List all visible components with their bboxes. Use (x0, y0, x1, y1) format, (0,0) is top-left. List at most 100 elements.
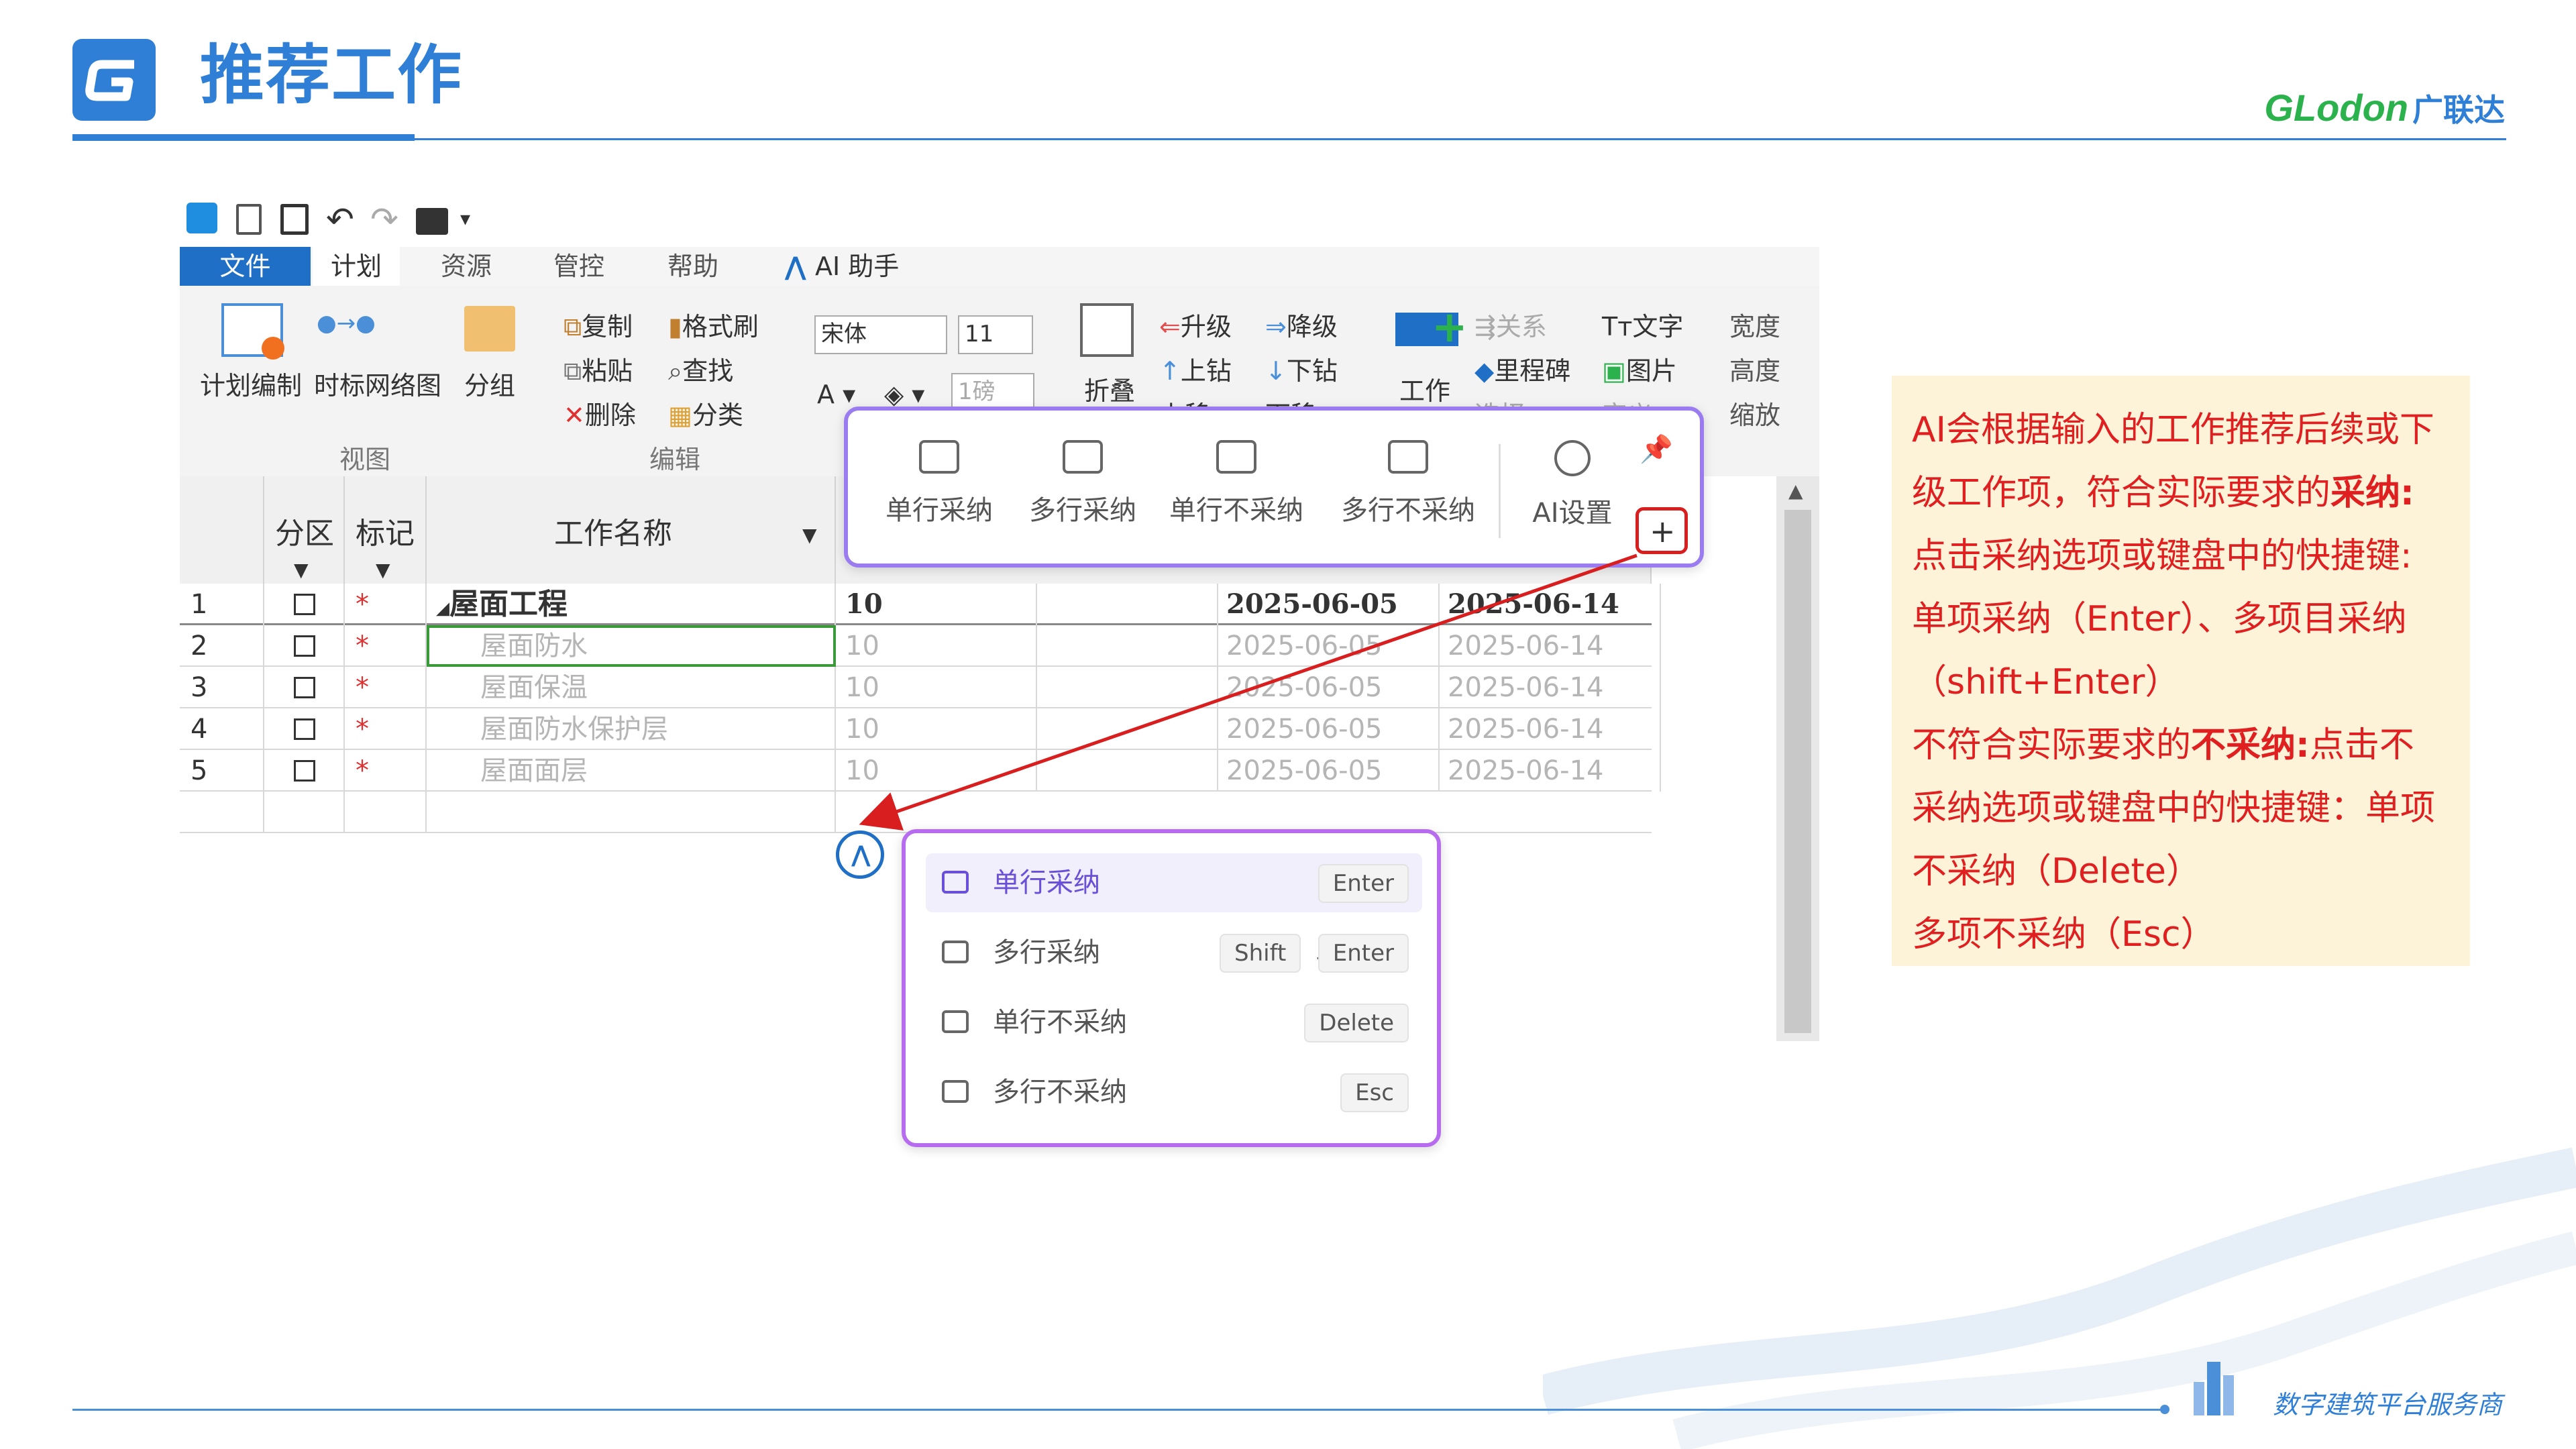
tab-resource[interactable]: 资源 (429, 247, 503, 286)
time-network-button[interactable]: 时标网络图 (314, 365, 441, 402)
drill-up-button[interactable]: ↑上钻 (1159, 350, 1232, 387)
level-up-button[interactable]: ⇐升级 (1159, 306, 1232, 343)
zone-cell[interactable] (264, 750, 345, 792)
classify-button[interactable]: ▦分类 (668, 394, 743, 431)
menu-accept-single[interactable]: 单行采纳 Enter (926, 853, 1422, 912)
paste-button[interactable]: ⧉粘贴 (564, 350, 633, 387)
start-date-cell[interactable]: 2025-06-05 (1218, 584, 1440, 625)
toolbar-reject-multi-button[interactable]: 多行不采纳 (1331, 440, 1485, 527)
scroll-thumb[interactable] (1784, 510, 1811, 1033)
row-checkbox[interactable] (294, 718, 315, 740)
column-name-header[interactable]: 工作名称 ▼ (427, 476, 836, 584)
end-date-cell[interactable]: 2025-06-14 (1440, 584, 1661, 625)
undo-icon[interactable]: ↶ (326, 203, 354, 236)
start-date-cell[interactable]: 2025-06-05 (1218, 625, 1440, 667)
duration-cell[interactable]: 10 (836, 667, 1037, 708)
duration-cell[interactable]: 10 (836, 584, 1037, 625)
zone-filter-icon[interactable]: ▼ (294, 561, 309, 580)
insert-work-button[interactable]: 工作 (1399, 370, 1450, 407)
start-date-cell[interactable]: 2025-06-05 (1218, 708, 1440, 750)
find-button[interactable]: ⌕查找 (668, 350, 733, 387)
toolbar-accept-multi-button[interactable]: 多行采纳 (1016, 440, 1150, 527)
blank-cell[interactable] (1037, 625, 1218, 667)
row-checkbox[interactable] (294, 760, 315, 782)
menu-accept-multi[interactable]: 多行采纳 Shift + Enter (926, 923, 1422, 982)
drill-down-button[interactable]: ↓下钻 (1265, 350, 1338, 387)
table-row[interactable]: 3 * 屋面保温 10 2025-06-05 2025-06-14 (180, 667, 1661, 708)
start-date-cell[interactable]: 2025-06-05 (1218, 750, 1440, 792)
duration-cell[interactable]: 10 (836, 750, 1037, 792)
tab-file[interactable]: 文件 (180, 247, 311, 286)
menu-reject-multi[interactable]: 多行不采纳 Esc (926, 1063, 1422, 1122)
vertical-scrollbar[interactable]: ▲ (1776, 476, 1819, 1041)
fill-color-icon[interactable]: ◈ ▾ (884, 380, 924, 409)
zone-cell[interactable] (264, 625, 345, 667)
start-date-cell[interactable]: 2025-06-05 (1218, 667, 1440, 708)
name-cell[interactable]: 屋面防水 (427, 625, 836, 667)
menu-reject-single[interactable]: 单行不采纳 Delete (926, 993, 1422, 1052)
height-button[interactable]: 高度 (1729, 350, 1780, 387)
table-row-empty[interactable] (180, 792, 1652, 833)
font-color-icon[interactable]: A ▾ (817, 380, 855, 409)
blank-cell[interactable] (1037, 750, 1218, 792)
end-date-cell[interactable]: 2025-06-14 (1440, 667, 1661, 708)
tab-control[interactable]: 管控 (542, 247, 616, 286)
pin-icon[interactable]: 📌 (1640, 436, 1673, 463)
row-checkbox[interactable] (294, 635, 315, 657)
relation-button[interactable]: ⇶关系 (1474, 306, 1547, 343)
font-size-select[interactable]: 11 (958, 315, 1033, 354)
text-button[interactable]: Tт文字 (1602, 306, 1683, 343)
new-file-icon[interactable] (236, 204, 262, 235)
print-icon[interactable] (416, 208, 448, 235)
name-cell[interactable]: 屋面防水保护层 (427, 708, 836, 750)
blank-cell[interactable] (1037, 667, 1218, 708)
column-zone-header[interactable]: 分区 ▼ (264, 476, 345, 584)
collapse-icon[interactable]: ◢ (436, 598, 449, 619)
level-down-button[interactable]: ⇒降级 (1265, 306, 1338, 343)
app-icon[interactable] (186, 203, 217, 233)
picture-button[interactable]: ▣图片 (1602, 350, 1677, 387)
customize-dropdown-icon[interactable]: ▾ (460, 209, 470, 229)
mark-filter-icon[interactable]: ▼ (376, 561, 390, 580)
toolbar-ai-settings-button[interactable]: AI设置 (1505, 440, 1640, 530)
format-brush-button[interactable]: ▮格式刷 (668, 306, 759, 343)
name-cell[interactable]: 屋面保温 (427, 667, 836, 708)
fold-button[interactable]: 折叠 (1084, 370, 1135, 407)
milestone-button[interactable]: ◆里程碑 (1474, 350, 1570, 387)
tab-help[interactable]: 帮助 (656, 247, 730, 286)
ai-assistant-badge[interactable]: ⋀ (836, 830, 884, 879)
zone-cell[interactable] (264, 584, 345, 625)
blank-cell[interactable] (1037, 584, 1218, 625)
scroll-up-icon[interactable]: ▲ (1788, 482, 1803, 500)
font-name-select[interactable]: 宋体 (814, 315, 947, 354)
copy-button[interactable]: ⧉复制 (564, 306, 633, 343)
row-checkbox[interactable] (294, 594, 315, 615)
table-row[interactable]: 1 * ◢屋面工程 10 2025-06-05 2025-06-14 (180, 584, 1661, 625)
column-mark-header[interactable]: 标记 ▼ (345, 476, 427, 584)
name-cell[interactable]: 屋面面层 (427, 750, 836, 792)
table-row[interactable]: 2 * 屋面防水 10 2025-06-05 2025-06-14 (180, 625, 1661, 667)
duration-cell[interactable]: 10 (836, 708, 1037, 750)
end-date-cell[interactable]: 2025-06-14 (1440, 625, 1661, 667)
name-filter-icon[interactable]: ▼ (802, 526, 817, 545)
end-date-cell[interactable]: 2025-06-14 (1440, 708, 1661, 750)
toolbar-accept-single-button[interactable]: 单行采纳 (872, 440, 1006, 527)
table-row[interactable]: 5 * 屋面面层 10 2025-06-05 2025-06-14 (180, 750, 1661, 792)
duration-cell[interactable]: 10 (836, 625, 1037, 667)
zone-cell[interactable] (264, 792, 345, 833)
save-icon[interactable] (280, 204, 309, 235)
expand-recommend-button[interactable]: + (1635, 507, 1688, 554)
group-button[interactable]: 分组 (464, 365, 515, 402)
end-date-cell[interactable]: 2025-06-14 (1440, 750, 1661, 792)
row-checkbox[interactable] (294, 677, 315, 698)
plan-edit-button[interactable]: 计划编制 (200, 365, 302, 402)
zone-cell[interactable] (264, 708, 345, 750)
blank-cell[interactable] (1037, 708, 1218, 750)
table-row[interactable]: 4 * 屋面防水保护层 10 2025-06-05 2025-06-14 (180, 708, 1661, 750)
redo-icon[interactable]: ↷ (370, 203, 398, 236)
name-cell[interactable] (427, 792, 836, 833)
zoom-button[interactable]: 缩放 (1729, 394, 1780, 431)
tab-plan[interactable]: 计划 (313, 247, 400, 286)
width-button[interactable]: 宽度 (1729, 306, 1780, 343)
delete-button[interactable]: ✕删除 (564, 394, 636, 431)
